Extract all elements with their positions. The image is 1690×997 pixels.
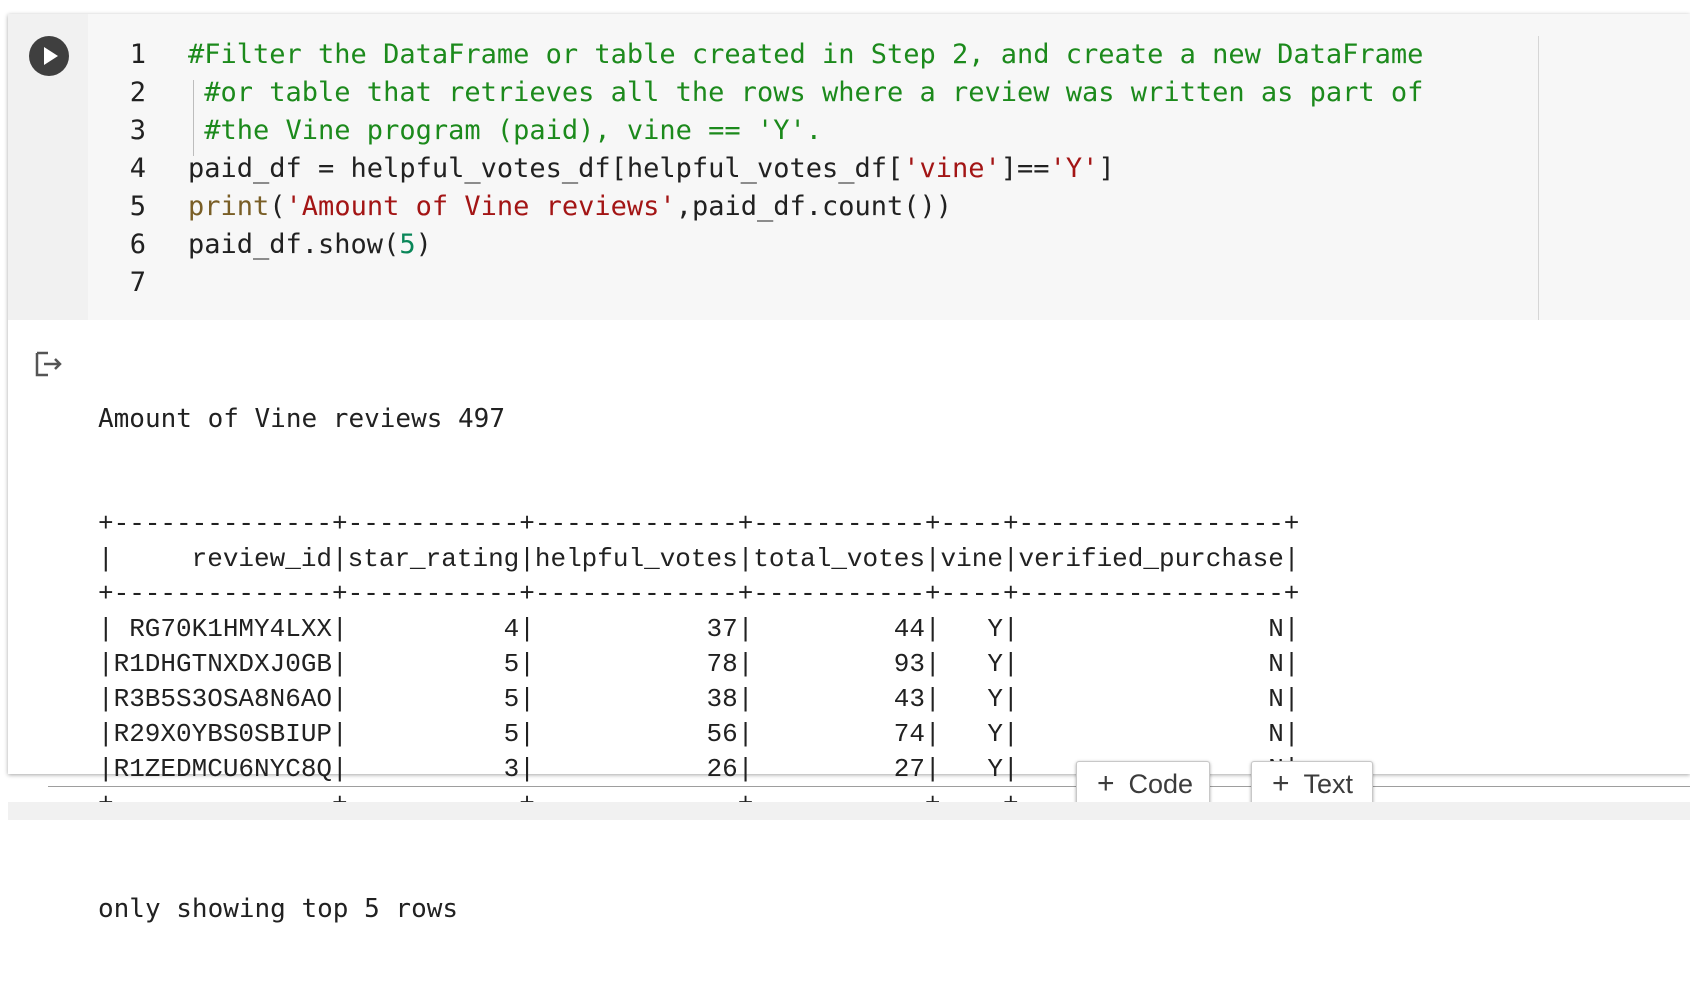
code-line: 5 print('Amount of Vine reviews',paid_df.… xyxy=(88,188,952,226)
add-text-button[interactable]: + Text xyxy=(1251,761,1373,807)
table-line: +--------------+-----------+------------… xyxy=(98,509,1300,539)
code-text: #or table that retrieves all the rows wh… xyxy=(188,74,1423,112)
code-token: #Filter the DataFrame or table created i… xyxy=(188,39,1424,70)
code-lines: 1 #Filter the DataFrame or table created … xyxy=(88,36,1424,302)
next-cell-edge xyxy=(8,802,1690,820)
code-token: 'vine' xyxy=(903,153,1001,184)
table-line: | RG70K1HMY4LXX| 4| 37| 44| Y| N| xyxy=(98,614,1300,644)
output-count-line: Amount of Vine reviews 497 xyxy=(98,404,505,434)
code-token: 'Amount of Vine reviews' xyxy=(285,191,676,222)
output-footer: only showing top 5 rows xyxy=(98,894,459,924)
line-number: 3 xyxy=(129,115,146,146)
cell-divider xyxy=(48,786,1690,787)
code-token: ,paid_df.count()) xyxy=(675,191,953,222)
code-text: #the Vine program (paid), vine == 'Y'. xyxy=(188,112,822,150)
output-text: Amount of Vine reviews 497 +------------… xyxy=(98,332,1299,997)
code-token: #or table that retrieves all the rows wh… xyxy=(188,77,1424,108)
output-redirect-icon[interactable] xyxy=(34,350,64,383)
table-line: |R3B5S3OSA8N6AO| 5| 38| 43| Y| N| xyxy=(98,684,1300,714)
code-token: 5 xyxy=(399,229,416,260)
code-line: 4 paid_df = helpful_votes_df[helpful_vote… xyxy=(88,150,1115,188)
code-token: 'Y' xyxy=(1049,153,1099,184)
table-line: +--------------+-----------+------------… xyxy=(98,579,1300,609)
line-number: 6 xyxy=(129,229,146,260)
line-number: 2 xyxy=(129,77,146,108)
code-line: 3 #the Vine program (paid), vine == 'Y'. xyxy=(88,112,822,150)
code-token: paid_df = helpful_votes_df[helpful_votes… xyxy=(188,153,904,184)
code-line: 1 #Filter the DataFrame or table created … xyxy=(88,36,1424,74)
table-line: |R29X0YBS0SBIUP| 5| 56| 74| Y| N| xyxy=(98,719,1300,749)
indent-guide xyxy=(193,80,194,156)
code-token: ]== xyxy=(1000,153,1050,184)
plus-icon: + xyxy=(1272,767,1290,800)
code-token: ( xyxy=(269,191,286,222)
cell-output: Amount of Vine reviews 497 +------------… xyxy=(8,320,1690,924)
add-code-button[interactable]: + Code xyxy=(1076,761,1210,807)
code-token: print xyxy=(188,191,270,222)
code-editor[interactable]: 1 #Filter the DataFrame or table created … xyxy=(88,14,1690,320)
code-text: paid_df.show(5) xyxy=(188,226,432,264)
code-text: #Filter the DataFrame or table created i… xyxy=(188,36,1423,74)
line-number: 5 xyxy=(129,191,146,222)
line-number: 7 xyxy=(129,267,146,298)
code-token: paid_df.show( xyxy=(188,229,400,260)
plus-icon: + xyxy=(1097,767,1115,800)
code-token: ) xyxy=(415,229,432,260)
add-code-label: Code xyxy=(1128,768,1194,799)
table-line: |R1DHGTNXDXJ0GB| 5| 78| 93| Y| N| xyxy=(98,649,1300,679)
code-line: 7 xyxy=(88,264,146,302)
code-text: print('Amount of Vine reviews',paid_df.c… xyxy=(188,188,952,226)
code-token: #the Vine program (paid), vine == 'Y'. xyxy=(188,115,822,146)
play-icon xyxy=(44,47,58,65)
line-number: 4 xyxy=(129,153,146,184)
add-text-label: Text xyxy=(1303,768,1354,799)
line-number: 1 xyxy=(129,39,146,70)
editor-ruler xyxy=(1538,36,1539,320)
code-token: ] xyxy=(1098,153,1115,184)
run-cell-button[interactable] xyxy=(29,36,69,76)
cell-gutter xyxy=(8,14,88,320)
code-text: paid_df = helpful_votes_df[helpful_votes… xyxy=(188,150,1115,188)
table-line: | review_id|star_rating|helpful_votes|to… xyxy=(98,544,1300,574)
code-line: 2 #or table that retrieves all the rows … xyxy=(88,74,1424,112)
code-cell: 1 #Filter the DataFrame or table created … xyxy=(8,14,1690,924)
code-line: 6 paid_df.show(5) xyxy=(88,226,432,264)
